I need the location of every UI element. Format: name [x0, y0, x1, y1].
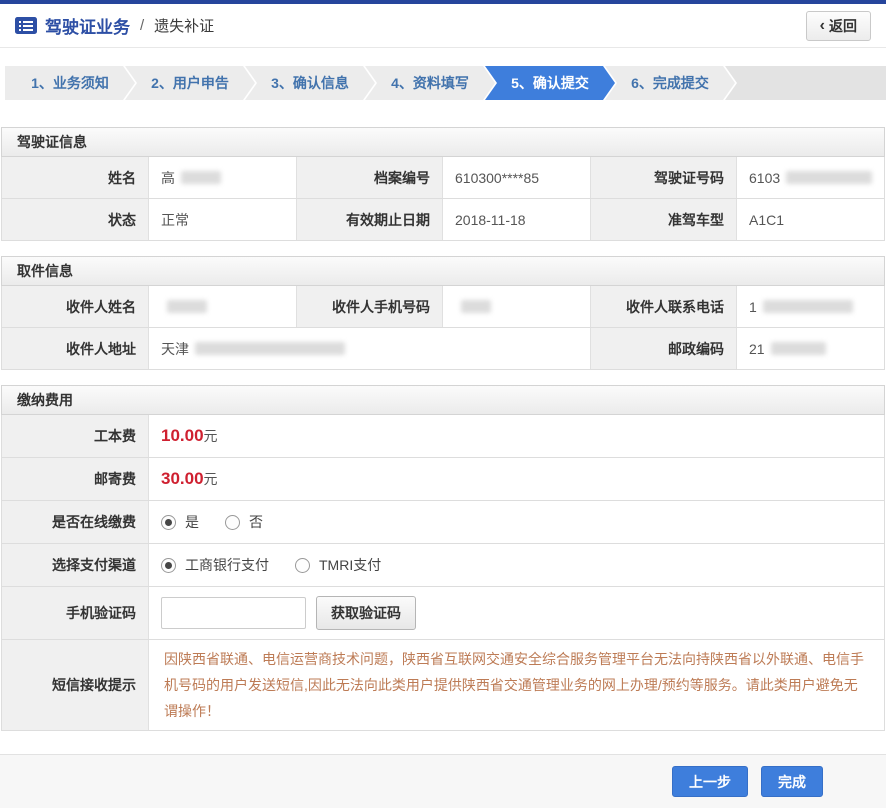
table-row: 手机验证码 获取验证码	[2, 587, 884, 640]
finish-button[interactable]: 完成	[761, 766, 823, 797]
page-header: 驾驶证业务 / 遗失补证 ‹ 返回	[0, 4, 886, 48]
table-row: 工本费 10.00元	[2, 415, 884, 458]
redacted-value	[461, 300, 491, 313]
breadcrumb-separator: /	[140, 17, 144, 34]
redacted-value	[763, 300, 853, 313]
postage-unit: 元	[204, 469, 218, 489]
table-row: 邮寄费 30.00元	[2, 458, 884, 501]
redacted-value	[181, 171, 221, 184]
redacted-value	[771, 342, 826, 355]
field-value-pay-channel: 工商银行支付 TMRI支付	[149, 544, 884, 586]
section-pickup-info: 取件信息 收件人姓名 收件人手机号码 收件人联系电话 1 收件人地址 天津 邮政…	[1, 256, 885, 370]
postage-amount: 30.00	[161, 469, 204, 489]
section-title-pickup: 取件信息	[1, 256, 885, 286]
section-title-payment: 缴纳费用	[1, 385, 885, 415]
table-row: 收件人地址 天津 邮政编码 21	[2, 328, 884, 370]
field-value-online-pay: 是 否	[149, 501, 884, 543]
field-label-sms-code: 手机验证码	[2, 587, 149, 639]
field-label-name: 姓名	[2, 157, 149, 198]
field-value-recipient-mobile	[443, 286, 590, 327]
step-tab-2[interactable]: 2、用户申告	[125, 66, 255, 100]
breadcrumb-current: 遗失补证	[154, 15, 214, 36]
redacted-value	[167, 300, 207, 313]
action-footer: 上一步 完成	[0, 754, 886, 808]
step-bar-filler	[725, 66, 886, 100]
field-value-file-no: 610300****85	[443, 157, 590, 198]
field-value-recipient-name	[149, 286, 296, 327]
radio-online-no[interactable]: 否	[225, 512, 263, 532]
field-label-recipient-name: 收件人姓名	[2, 286, 149, 327]
table-row: 短信接收提示 因陕西省联通、电信运营商技术问题，陕西省互联网交通安全综合服务管理…	[2, 640, 884, 731]
field-value-status: 正常	[149, 199, 296, 240]
previous-step-button[interactable]: 上一步	[672, 766, 748, 797]
step-tab-4[interactable]: 4、资料填写	[365, 66, 495, 100]
cost-unit: 元	[204, 426, 218, 446]
license-menu-icon	[15, 17, 37, 34]
field-value-cost: 10.00元	[149, 415, 884, 457]
field-label-status: 状态	[2, 199, 149, 240]
table-row: 状态 正常 有效期止日期 2018-11-18 准驾车型 A1C1	[2, 199, 884, 241]
field-value-license-no: 6103	[737, 157, 884, 198]
radio-checked-icon	[161, 515, 176, 530]
field-label-license-no: 驾驶证号码	[590, 157, 737, 198]
cost-amount: 10.00	[161, 426, 204, 446]
field-value-postage: 30.00元	[149, 458, 884, 500]
sms-code-input[interactable]	[161, 597, 306, 629]
field-label-postcode: 邮政编码	[590, 328, 737, 369]
section-title-license: 驾驶证信息	[1, 127, 885, 157]
field-label-cost: 工本费	[2, 415, 149, 457]
field-value-postcode: 21	[737, 328, 884, 369]
field-value-sms-code: 获取验证码	[149, 587, 884, 639]
step-tab-6[interactable]: 6、完成提交	[605, 66, 735, 100]
field-value-name: 高	[149, 157, 296, 198]
step-tab-1[interactable]: 1、业务须知	[5, 66, 135, 100]
back-button-label: 返回	[829, 16, 857, 36]
redacted-value	[786, 171, 872, 184]
field-label-online-pay: 是否在线缴费	[2, 501, 149, 543]
field-label-postage: 邮寄费	[2, 458, 149, 500]
field-label-vehicle-class: 准驾车型	[590, 199, 737, 240]
step-tab-5-active[interactable]: 5、确认提交	[485, 66, 615, 100]
field-label-recipient-phone: 收件人联系电话	[590, 286, 737, 327]
field-value-recipient-address: 天津	[149, 328, 590, 369]
table-row: 选择支付渠道 工商银行支付 TMRI支付	[2, 544, 884, 587]
section-payment: 缴纳费用 工本费 10.00元 邮寄费 30.00元 是否在线缴费 是 否 选择…	[1, 385, 885, 731]
field-label-recipient-address: 收件人地址	[2, 328, 149, 369]
field-value-sms-notice: 因陕西省联通、电信运营商技术问题，陕西省互联网交通安全综合服务管理平台无法向持陕…	[149, 640, 884, 730]
step-tab-3[interactable]: 3、确认信息	[245, 66, 375, 100]
field-label-file-no: 档案编号	[296, 157, 443, 198]
section-license-info: 驾驶证信息 姓名 高 档案编号 610300****85 驾驶证号码 6103 …	[1, 127, 885, 241]
radio-online-yes[interactable]: 是	[161, 512, 199, 532]
back-button[interactable]: ‹ 返回	[806, 11, 871, 41]
step-progress-bar: 1、业务须知 2、用户申告 3、确认信息 4、资料填写 5、确认提交 6、完成提…	[0, 66, 886, 100]
field-label-expiry: 有效期止日期	[296, 199, 443, 240]
radio-unchecked-icon	[295, 558, 310, 573]
redacted-value	[195, 342, 345, 355]
field-value-vehicle-class: A1C1	[737, 199, 884, 240]
field-label-pay-channel: 选择支付渠道	[2, 544, 149, 586]
radio-channel-icbc[interactable]: 工商银行支付	[161, 555, 269, 575]
field-label-recipient-mobile: 收件人手机号码	[296, 286, 443, 327]
back-chevron-icon: ‹	[820, 18, 825, 34]
radio-channel-tmri[interactable]: TMRI支付	[295, 555, 381, 575]
field-value-recipient-phone: 1	[737, 286, 884, 327]
table-row: 收件人姓名 收件人手机号码 收件人联系电话 1	[2, 286, 884, 328]
radio-checked-icon	[161, 558, 176, 573]
sms-notice-text: 因陕西省联通、电信运营商技术问题，陕西省互联网交通安全综合服务管理平台无法向持陕…	[161, 640, 872, 730]
radio-unchecked-icon	[225, 515, 240, 530]
table-row: 是否在线缴费 是 否	[2, 501, 884, 544]
page-title: 驾驶证业务	[45, 13, 130, 38]
get-code-button[interactable]: 获取验证码	[316, 596, 416, 630]
field-label-sms-notice: 短信接收提示	[2, 640, 149, 730]
table-row: 姓名 高 档案编号 610300****85 驾驶证号码 6103	[2, 157, 884, 199]
field-value-expiry: 2018-11-18	[443, 199, 590, 240]
